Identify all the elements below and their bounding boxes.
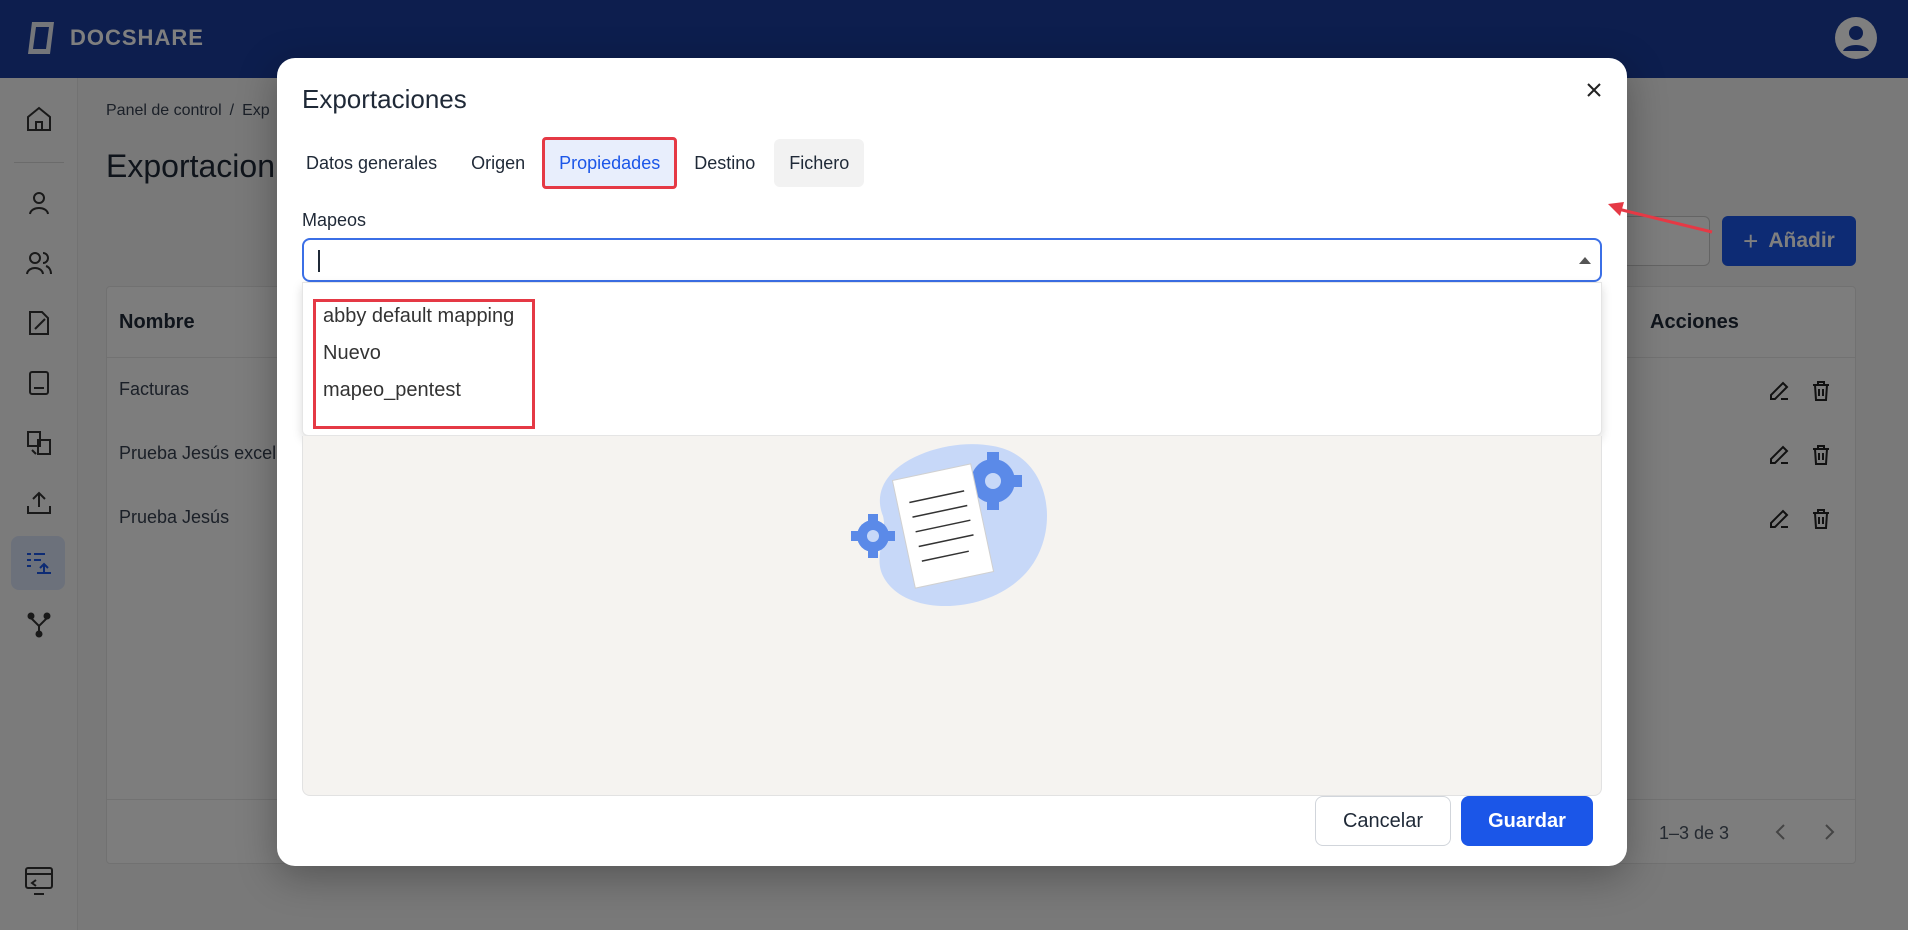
- close-button[interactable]: [1580, 76, 1608, 104]
- tab-destino[interactable]: Destino: [679, 139, 770, 187]
- mappings-empty-panel: [302, 436, 1602, 796]
- tab-propiedades[interactable]: Propiedades: [542, 137, 678, 189]
- save-button[interactable]: Guardar: [1461, 796, 1593, 846]
- option-nuevo[interactable]: Nuevo: [323, 342, 381, 365]
- dialog-tabs: Datos generales Origen Propiedades Desti…: [291, 137, 868, 189]
- cancel-button[interactable]: Cancelar: [1315, 796, 1451, 846]
- tab-datos-generales[interactable]: Datos generales: [291, 139, 452, 187]
- exports-dialog: Exportaciones Datos generales Origen Pro…: [277, 58, 1627, 866]
- close-icon: [1587, 83, 1601, 97]
- mapeos-select[interactable]: [302, 238, 1602, 282]
- empty-state-illustration-icon: [851, 444, 1047, 606]
- dialog-title: Exportaciones: [302, 84, 467, 114]
- mapeos-dropdown: abby default mapping Nuevo mapeo_pentest: [302, 282, 1602, 436]
- tab-origen[interactable]: Origen: [456, 139, 540, 187]
- option-abby-default-mapping[interactable]: abby default mapping: [323, 305, 514, 328]
- chevron-up-icon[interactable]: [1579, 257, 1591, 264]
- mapeos-label: Mapeos: [302, 210, 367, 230]
- annotation-arrow-icon: [1608, 202, 1713, 234]
- mapeos-input[interactable]: [316, 246, 1556, 274]
- text-cursor: [318, 250, 320, 272]
- option-mapeo-pentest[interactable]: mapeo_pentest: [323, 379, 461, 402]
- tab-fichero[interactable]: Fichero: [774, 139, 865, 187]
